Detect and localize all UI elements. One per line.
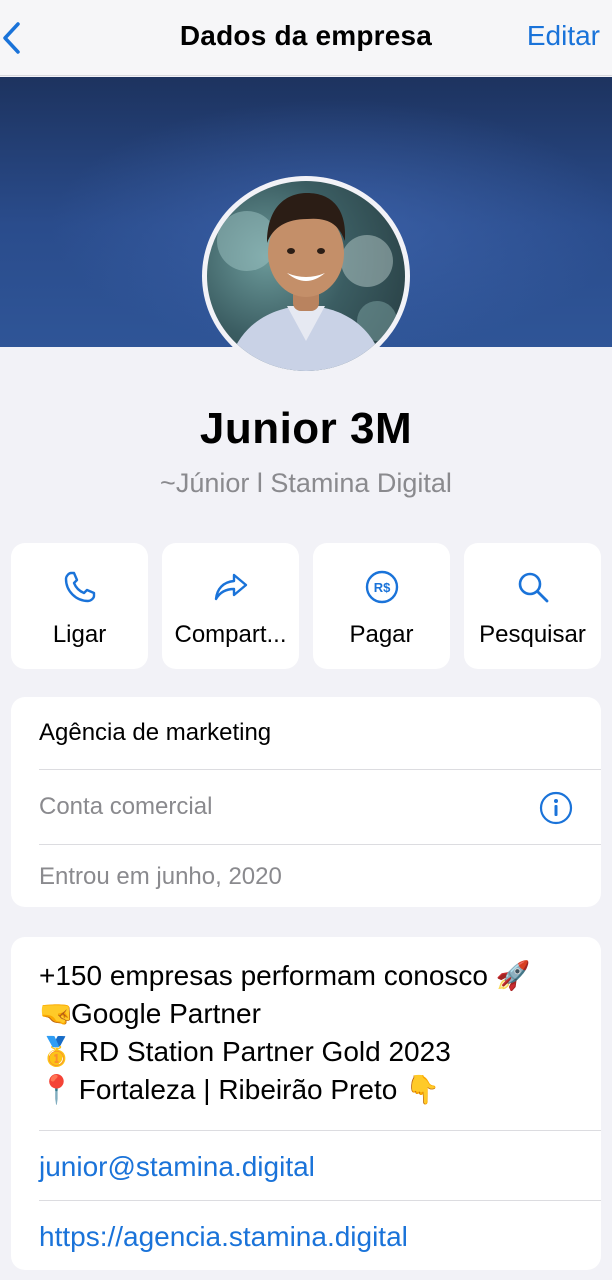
- fist-emoji: 🤜: [39, 998, 74, 1029]
- profile-subtitle: ~Júnior l Stamina Digital: [160, 468, 452, 498]
- avatar-photo: [207, 181, 405, 371]
- rocket-emoji: 🚀: [495, 960, 531, 991]
- divider: [39, 1200, 601, 1201]
- avatar[interactable]: [202, 176, 410, 376]
- profile-name: Junior 3M: [199, 404, 413, 453]
- share-icon: [162, 569, 299, 605]
- pay-icon: R$: [313, 569, 450, 605]
- business-description: +150 empresas performam conosco 🚀 🤜Googl…: [39, 957, 531, 1109]
- email-link[interactable]: junior@stamina.digital: [39, 1151, 601, 1183]
- divider: [39, 769, 601, 770]
- phone-icon: [11, 569, 148, 605]
- bio-line-text: Fortaleza | Ribeirão Preto: [71, 1074, 406, 1105]
- info-icon[interactable]: [539, 791, 573, 825]
- pay-button[interactable]: R$ Pagar: [313, 543, 450, 669]
- action-buttons: Ligar Compart... R$ Pagar Pesquisar: [11, 543, 601, 669]
- bio-line: 📍 Fortaleza | Ribeirão Preto 👇: [39, 1071, 528, 1109]
- share-button[interactable]: Compart...: [162, 543, 299, 669]
- account-type: Conta comercial: [39, 793, 213, 820]
- divider: [39, 844, 601, 845]
- call-label: Ligar: [52, 621, 107, 648]
- search-label: Pesquisar: [479, 621, 586, 648]
- bio-line-text: RD Station Partner Gold 2023: [71, 1036, 451, 1067]
- business-info-card: Agência de marketing Conta comercial Ent…: [11, 697, 601, 907]
- point-down-emoji: 👇: [405, 1074, 440, 1105]
- search-button[interactable]: Pesquisar: [464, 543, 601, 669]
- joined-date: Entrou em junho, 2020: [39, 863, 282, 890]
- divider: [39, 1130, 601, 1131]
- bio-line: 🤜Google Partner: [39, 995, 528, 1033]
- pin-emoji: 📍: [39, 1074, 74, 1105]
- about-card: +150 empresas performam conosco 🚀 🤜Googl…: [11, 937, 601, 1270]
- bio-line: 🥇 RD Station Partner Gold 2023: [39, 1033, 528, 1071]
- business-category: Agência de marketing: [39, 719, 272, 746]
- bio-line-text: +150 empresas performam conosco: [39, 960, 496, 991]
- call-button[interactable]: Ligar: [11, 543, 148, 669]
- search-icon: [464, 569, 601, 605]
- page-title: Dados da empresa: [179, 20, 433, 51]
- share-label: Compart...: [174, 621, 287, 648]
- website-link[interactable]: https://agencia.stamina.digital: [39, 1221, 601, 1253]
- medal-emoji: 🥇: [39, 1036, 74, 1067]
- edit-button[interactable]: Editar: [527, 20, 600, 52]
- pay-glyph: R$: [373, 580, 390, 595]
- navigation-bar: Dados da empresa Editar: [0, 0, 612, 76]
- bio-line-text: Google Partner: [71, 998, 261, 1029]
- pay-label: Pagar: [349, 621, 414, 648]
- bio-line: +150 empresas performam conosco 🚀: [39, 957, 531, 995]
